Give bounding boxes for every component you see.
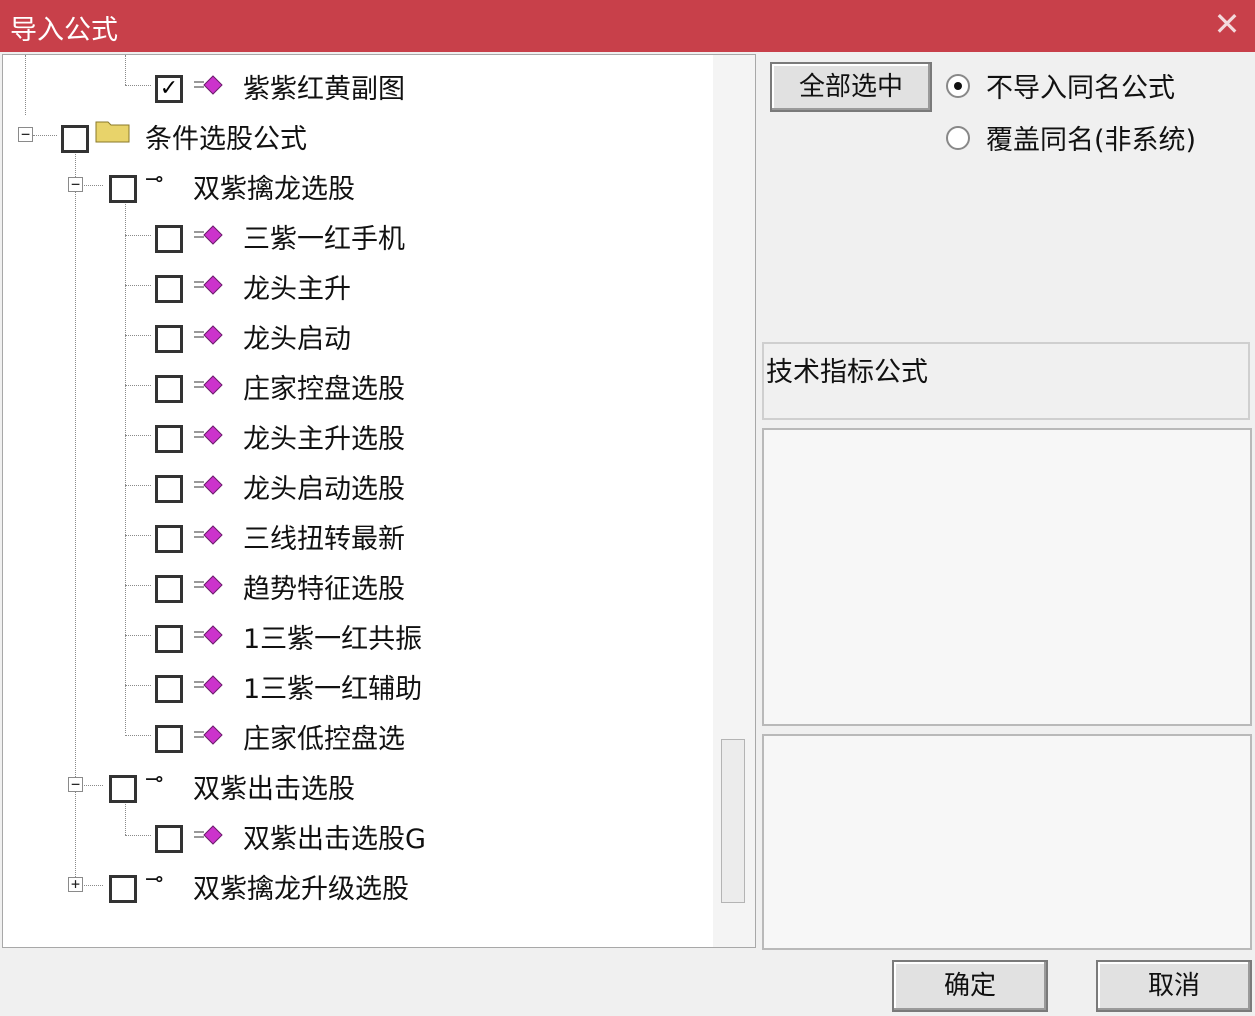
formula-icon [194, 75, 223, 95]
formula-icon [194, 375, 223, 395]
tree-item-label: 双紫出击选股 [193, 774, 355, 805]
tree-item-label: 龙头启动 [243, 324, 351, 355]
formula-icon [194, 825, 223, 845]
tree-item-label: 庄家低控盘选 [243, 724, 405, 755]
tree-item-label: 龙头启动选股 [243, 474, 405, 505]
tree-checkbox[interactable] [155, 725, 183, 753]
key-icon: ⊸ [145, 167, 164, 192]
tree-checkbox[interactable] [155, 575, 183, 603]
tree-item-label: 龙头主升选股 [243, 424, 405, 455]
tree-item-label: 1三紫一红辅助 [243, 674, 423, 705]
formula-icon [194, 425, 223, 445]
tree-checkbox[interactable] [155, 275, 183, 303]
window-title: 导入公式 [10, 15, 118, 46]
tree-scrollbar[interactable] [713, 55, 755, 947]
radio-overwrite[interactable] [946, 126, 970, 150]
key-icon: ⊸ [145, 867, 164, 892]
tree-item-label: 三紫一红手机 [243, 224, 405, 255]
tree-checkbox[interactable] [109, 775, 137, 803]
folder-icon [95, 121, 130, 143]
formula-icon [194, 675, 223, 695]
tree-checkbox[interactable] [155, 425, 183, 453]
tree-checkbox[interactable] [155, 225, 183, 253]
collapse-icon[interactable]: − [68, 777, 83, 792]
collapse-icon[interactable]: − [18, 127, 33, 142]
tree-item-label: 双紫擒龙选股 [193, 174, 355, 205]
formula-type-text: 技术指标公式 [766, 357, 928, 388]
key-icon: ⊸ [145, 767, 164, 792]
formula-tree[interactable]: ✓ 紫紫红黄副图 − 条件选股公式 − ⊸ 双紫擒龙选股 三紫一红手机 龙头主升… [2, 54, 756, 948]
tree-checkbox[interactable] [61, 125, 89, 153]
radio-overwrite-label[interactable]: 覆盖同名(非系统) [986, 118, 1196, 157]
tree-checkbox[interactable] [155, 325, 183, 353]
ok-button[interactable]: 确定 [892, 960, 1048, 1012]
tree-item-label: 三线扭转最新 [243, 524, 405, 555]
select-all-button[interactable]: 全部选中 [770, 62, 932, 112]
radio-no-import-label[interactable]: 不导入同名公式 [986, 66, 1175, 105]
tree-item-label: 1三紫一红共振 [243, 624, 423, 655]
formula-icon [194, 525, 223, 545]
tree-checkbox[interactable] [155, 525, 183, 553]
tree-checkbox[interactable] [155, 675, 183, 703]
scrollbar-thumb[interactable] [721, 739, 745, 903]
tree-item-label: 双紫出击选股G [243, 824, 426, 855]
tree-checkbox[interactable]: ✓ [155, 75, 183, 103]
formula-icon [194, 225, 223, 245]
cancel-button[interactable]: 取消 [1096, 960, 1252, 1012]
tree-item-label: 条件选股公式 [145, 124, 307, 155]
formula-icon [194, 275, 223, 295]
tree-item-label: 龙头主升 [243, 274, 351, 305]
title-bar: 导入公式 ✕ [0, 0, 1255, 52]
tree-checkbox[interactable] [155, 625, 183, 653]
tree-item-label: 庄家控盘选股 [243, 374, 405, 405]
tree-checkbox[interactable] [109, 875, 137, 903]
radio-no-import[interactable] [946, 74, 970, 98]
formula-icon [194, 725, 223, 745]
formula-icon [194, 625, 223, 645]
formula-icon [194, 475, 223, 495]
tree-item-label: 双紫擒龙升级选股 [193, 874, 409, 905]
check-icon: ✓ [159, 76, 179, 101]
formula-description-box [762, 428, 1252, 726]
tree-checkbox[interactable] [155, 475, 183, 503]
tree-item-label: 趋势特征选股 [243, 574, 405, 605]
expand-icon[interactable]: + [68, 877, 83, 892]
tree-checkbox[interactable] [155, 375, 183, 403]
formula-type-panel: 技术指标公式 [762, 342, 1250, 420]
formula-icon [194, 325, 223, 345]
formula-icon [194, 575, 223, 595]
formula-detail-box [762, 734, 1252, 950]
tree-item-label: 紫紫红黄副图 [243, 74, 405, 105]
tree-checkbox[interactable] [109, 175, 137, 203]
collapse-icon[interactable]: − [68, 177, 83, 192]
tree-checkbox[interactable] [155, 825, 183, 853]
close-icon[interactable]: ✕ [1207, 4, 1247, 44]
